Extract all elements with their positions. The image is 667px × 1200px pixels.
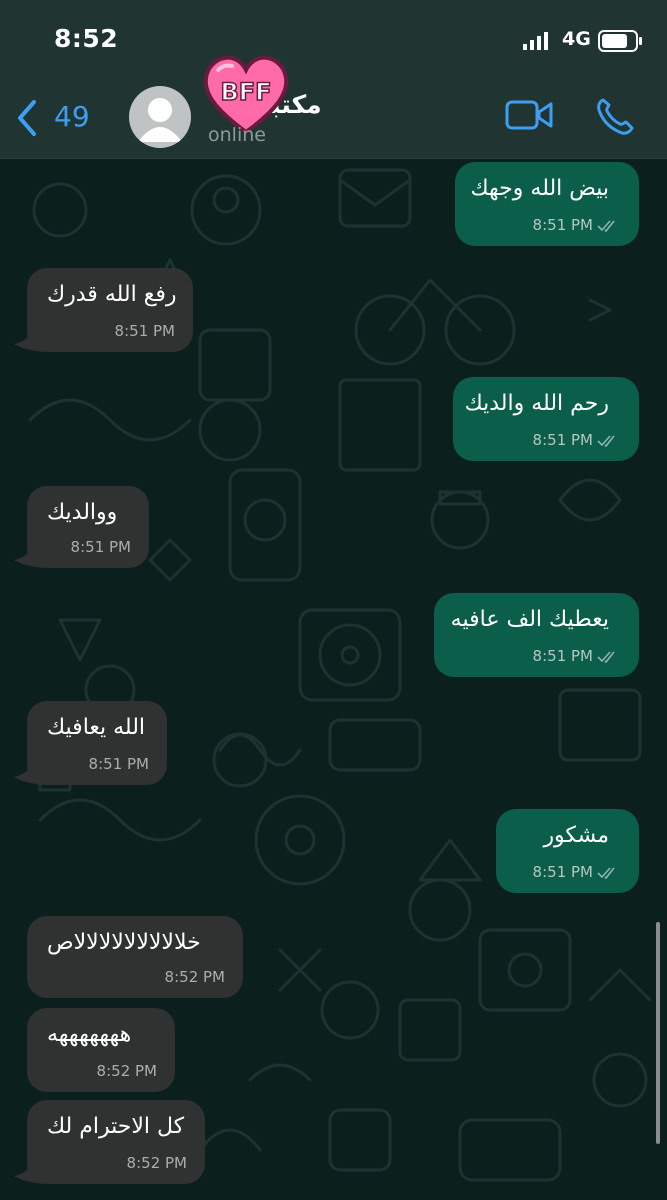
- chat-header: 8:52 4G 49 مكتبه BFF online: [0, 0, 667, 159]
- message-time: 8:51 PM: [532, 431, 593, 449]
- message-text: بيض الله وجهك: [470, 176, 610, 201]
- message-bubble-outgoing[interactable]: بيض الله وجهك 8:51 PM: [455, 162, 639, 246]
- message-time: 8:51 PM: [532, 863, 593, 881]
- message-text: كل الاحترام لك: [47, 1114, 185, 1139]
- message-bubble-incoming[interactable]: رفع الله قدرك 8:51 PM: [27, 268, 193, 352]
- contact-status: online: [208, 124, 266, 146]
- message-bubble-incoming[interactable]: كل الاحترام لك 8:52 PM: [27, 1100, 205, 1184]
- message-text: خلالالالالالالالالاص: [47, 930, 201, 955]
- read-receipt-icon: [597, 220, 615, 232]
- message-bubble-outgoing[interactable]: مشكور 8:51 PM: [496, 809, 639, 893]
- status-time: 8:52: [54, 24, 119, 53]
- network-type: 4G: [562, 28, 591, 50]
- video-call-icon[interactable]: [505, 98, 553, 132]
- message-time: 8:51 PM: [88, 755, 149, 773]
- chat-scrollbar[interactable]: [656, 922, 660, 1144]
- message-text: رحم الله والديك: [464, 391, 609, 416]
- read-receipt-icon: [597, 651, 615, 663]
- read-receipt-icon: [597, 867, 615, 879]
- message-time: 8:52 PM: [126, 1154, 187, 1172]
- message-bubble-incoming[interactable]: الله يعافيك 8:51 PM: [27, 701, 167, 785]
- message-bubble-incoming[interactable]: ووالديك 8:51 PM: [27, 486, 149, 568]
- message-bubble-incoming[interactable]: هههههههه 8:52 PM: [27, 1008, 175, 1092]
- message-text: رفع الله قدرك: [47, 282, 177, 307]
- voice-call-icon[interactable]: [595, 96, 635, 136]
- message-time: 8:51 PM: [532, 647, 593, 665]
- message-text: ووالديك: [47, 500, 118, 525]
- message-bubble-outgoing[interactable]: يعطيك الف عافيه 8:51 PM: [434, 593, 639, 677]
- message-time: 8:52 PM: [96, 1062, 157, 1080]
- message-time: 8:51 PM: [532, 216, 593, 234]
- read-receipt-icon: [597, 435, 615, 447]
- back-chevron-icon[interactable]: [14, 98, 40, 138]
- battery-icon: [598, 30, 642, 52]
- signal-strength-icon: [523, 32, 548, 50]
- message-time: 8:52 PM: [164, 968, 225, 986]
- contact-avatar[interactable]: [129, 86, 191, 148]
- message-text: مشكور: [543, 823, 609, 848]
- message-time: 8:51 PM: [70, 538, 131, 556]
- message-bubble-incoming[interactable]: خلالالالالالالالالاص 8:52 PM: [27, 916, 243, 998]
- default-avatar-icon: [138, 98, 182, 142]
- bff-badge-text: BFF: [220, 78, 271, 106]
- message-text: هههههههه: [47, 1022, 132, 1047]
- message-time: 8:51 PM: [114, 322, 175, 340]
- back-unread-count[interactable]: 49: [54, 100, 90, 133]
- message-text: الله يعافيك: [47, 715, 146, 740]
- message-text: يعطيك الف عافيه: [450, 607, 609, 632]
- message-bubble-outgoing[interactable]: رحم الله والديك 8:51 PM: [453, 377, 639, 461]
